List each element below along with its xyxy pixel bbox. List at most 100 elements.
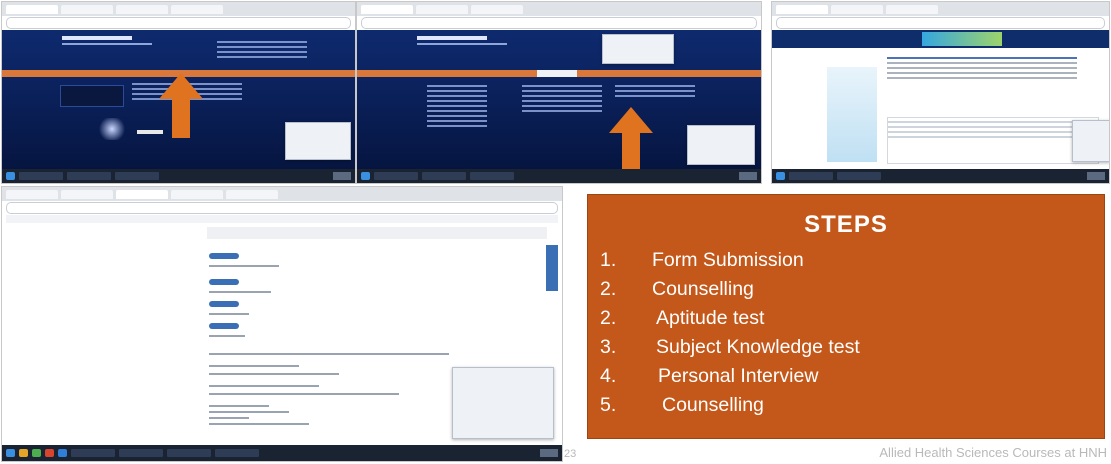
browser-tabbar (2, 2, 355, 16)
step-label: Subject Knowledge test (656, 336, 860, 358)
taskbar-item[interactable] (374, 172, 418, 180)
taskbar-item[interactable] (837, 172, 881, 180)
browser-tab[interactable] (831, 4, 883, 14)
taskbar-item[interactable] (19, 172, 63, 180)
form-text-line (209, 423, 309, 425)
browser-tab[interactable] (61, 189, 113, 199)
windows-taskbar (2, 445, 562, 461)
form-section-tag[interactable] (209, 301, 239, 307)
step-label: Personal Interview (658, 365, 819, 387)
arrow-up-icon (609, 107, 653, 133)
form-text-line (209, 393, 399, 395)
taskbar-app-icon[interactable] (32, 449, 41, 457)
form-section-tag[interactable] (209, 323, 239, 329)
taskbar-item[interactable] (167, 449, 211, 457)
browser-tab[interactable] (6, 4, 58, 14)
site-left-column (427, 82, 487, 152)
form-text-line (209, 313, 249, 315)
taskbar-clock (739, 172, 757, 180)
browser-tab[interactable] (776, 4, 828, 14)
address-bar[interactable] (6, 17, 351, 29)
taskbar-item[interactable] (115, 172, 159, 180)
courses-table (887, 117, 1099, 164)
taskbar-item[interactable] (67, 172, 111, 180)
screenshot-courses-page (772, 2, 1109, 183)
form-text-line (209, 335, 245, 337)
site-subtitle (62, 43, 152, 45)
taskbar-item[interactable] (422, 172, 466, 180)
browser-tab[interactable] (116, 4, 168, 14)
taskbar-clock (540, 449, 558, 457)
browser-tab[interactable] (171, 4, 223, 14)
taskbar-app-icon[interactable] (45, 449, 54, 457)
taskbar-item[interactable] (71, 449, 115, 457)
form-text-line (209, 417, 249, 419)
browser-tabbar (357, 2, 761, 16)
windows-start-icon[interactable] (361, 172, 370, 180)
steps-panel: STEPS 1. Form Submission 2. Counselling … (587, 194, 1105, 439)
taskbar-item[interactable] (119, 449, 163, 457)
windows-start-icon[interactable] (776, 172, 785, 180)
site-menu-highlight[interactable] (537, 70, 577, 77)
taskbar-item[interactable] (789, 172, 833, 180)
page-header-strip (207, 227, 547, 239)
step-label: Form Submission (652, 249, 804, 271)
step-number: 2. (600, 307, 617, 329)
step-number: 4. (600, 365, 617, 387)
address-bar[interactable] (361, 17, 757, 29)
form-text-line (209, 291, 271, 293)
screenshot-hospital-menu (357, 2, 761, 183)
taskbar-app-icon[interactable] (19, 449, 28, 457)
hospital-site (357, 30, 761, 172)
form-section-tag[interactable] (209, 253, 239, 259)
arrow-up-icon (172, 98, 190, 138)
browser-tab[interactable] (416, 4, 468, 14)
screenshot-hospital-home (2, 2, 355, 183)
notification-popup[interactable] (452, 367, 554, 439)
browser-tab[interactable] (61, 4, 113, 14)
form-text-line (209, 353, 449, 355)
form-text-line (209, 405, 269, 407)
form-text-line (209, 373, 339, 375)
address-bar[interactable] (6, 202, 558, 214)
taskbar-app-icon[interactable] (58, 449, 67, 457)
site-center-column (522, 82, 602, 132)
form-text-line (209, 385, 319, 387)
taskbar-item[interactable] (215, 449, 259, 457)
address-bar[interactable] (776, 17, 1105, 29)
arrow-up-icon (159, 73, 203, 99)
step-number: 1. (600, 249, 617, 271)
notification-popup[interactable] (285, 122, 351, 160)
site-text-orange (137, 130, 163, 134)
form-text-line (209, 411, 289, 413)
browser-tab[interactable] (226, 189, 278, 199)
screenshot-registration-page (2, 187, 562, 461)
courses-sidebar-image (827, 67, 877, 162)
taskbar-clock (1087, 172, 1105, 180)
browser-tab[interactable] (171, 189, 223, 199)
windows-start-icon[interactable] (6, 449, 15, 457)
site-dropdown-menu[interactable] (602, 34, 674, 64)
windows-start-icon[interactable] (6, 172, 15, 180)
windows-taskbar (2, 169, 355, 183)
browser-tab[interactable] (116, 189, 168, 199)
windows-taskbar (772, 169, 1109, 183)
taskbar-item[interactable] (470, 172, 514, 180)
browser-tab[interactable] (361, 4, 413, 14)
site-doctor-graphic (97, 118, 127, 140)
slide-footer-caption: Allied Health Sciences Courses at HNH (879, 445, 1107, 460)
browser-tab[interactable] (886, 4, 938, 14)
right-scroll-panel[interactable] (546, 245, 558, 291)
browser-tab[interactable] (6, 189, 58, 199)
step-number: 3. (600, 336, 617, 358)
notification-popup[interactable] (1072, 120, 1109, 162)
notification-popup[interactable] (687, 125, 755, 165)
bookmarks-bar (6, 215, 558, 223)
step-number: 2. (600, 278, 617, 300)
site-logo (62, 36, 132, 40)
browser-tab[interactable] (471, 4, 523, 14)
browser-tabbar (2, 187, 562, 201)
form-section-tag[interactable] (209, 279, 239, 285)
site-banner (60, 85, 124, 107)
banner-graphic (922, 32, 1002, 46)
